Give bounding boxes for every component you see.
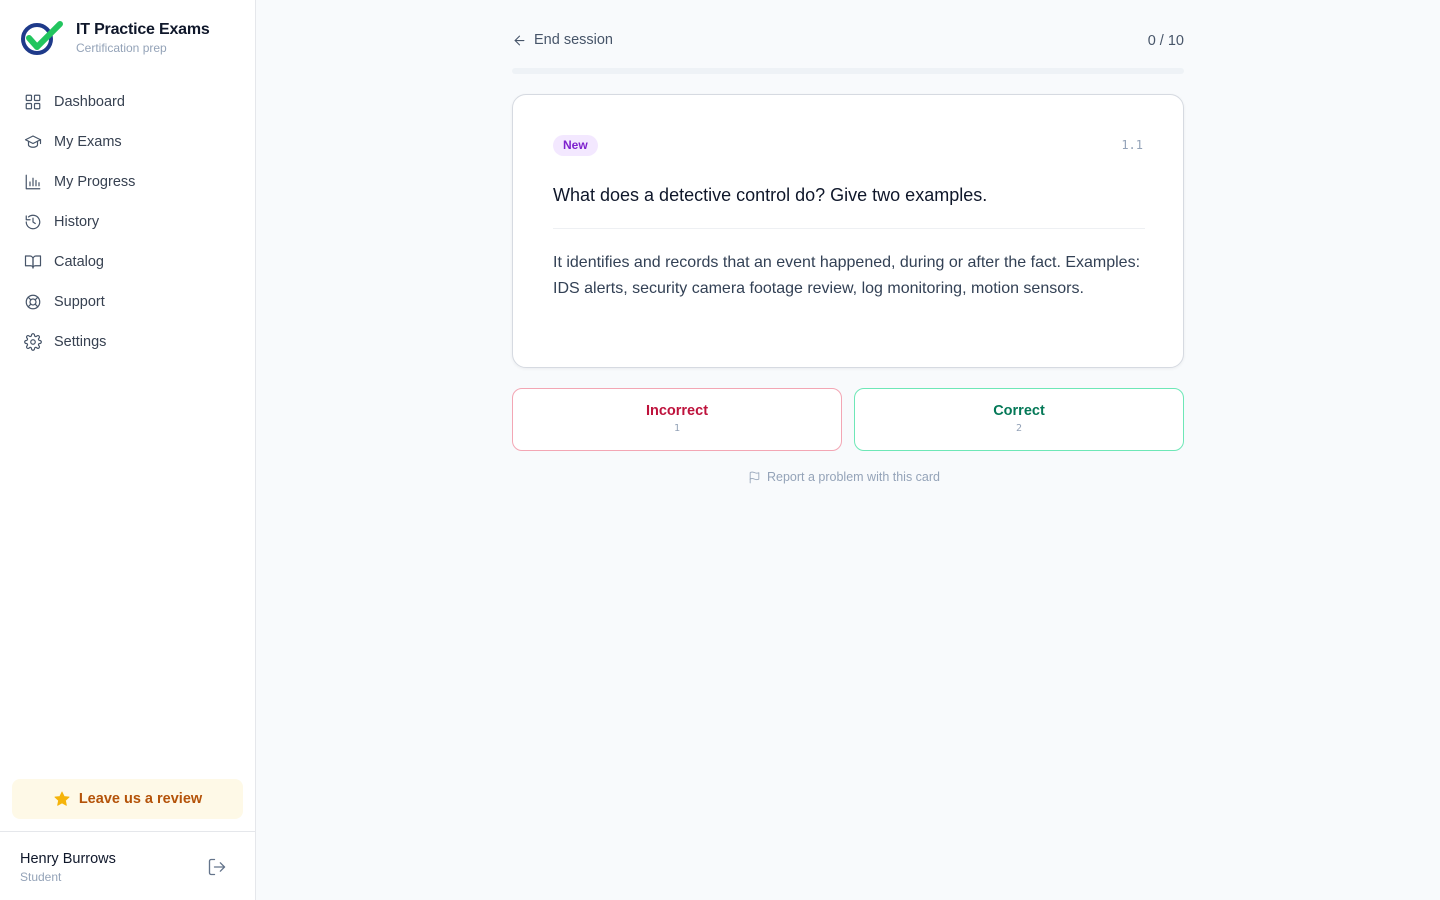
brand-text: IT Practice Exams Certification prep: [76, 20, 210, 56]
logout-icon: [208, 858, 226, 876]
status-badge: New: [553, 135, 598, 156]
incorrect-shortcut: 1: [673, 423, 681, 434]
sidebar-nav: Dashboard My Exams My Progress History C…: [12, 82, 244, 362]
life-buoy-icon: [25, 294, 41, 310]
book-open-icon: [24, 255, 42, 269]
sidebar-item-my-exams[interactable]: My Exams: [12, 122, 244, 162]
user-name: Henry Burrows: [20, 851, 116, 867]
report-problem-label: Report a problem with this card: [767, 470, 940, 484]
sidebar-item-my-progress[interactable]: My Progress: [12, 162, 244, 202]
bar-chart-icon: [25, 174, 41, 190]
card-answer: It identifies and records that an event …: [553, 254, 1141, 297]
sidebar: IT Practice Exams Certification prep Das…: [0, 0, 256, 900]
gear-icon: [24, 333, 42, 351]
arrow-left-icon: [514, 35, 525, 45]
logo-icon: [21, 21, 63, 55]
user-panel: Henry Burrows Student: [0, 831, 255, 900]
card-id: 1.1: [1121, 138, 1143, 152]
grid-icon: [25, 94, 41, 110]
brand-title: IT Practice Exams: [76, 21, 210, 38]
logout-button[interactable]: [207, 857, 227, 877]
flashcard: New 1.1 What does a detective control do…: [512, 94, 1184, 368]
correct-shortcut: 2: [1015, 423, 1023, 434]
flag-icon: [749, 471, 760, 483]
sidebar-item-label: Catalog: [54, 254, 104, 270]
sidebar-item-label: Support: [54, 294, 105, 310]
correct-button[interactable]: Correct 2: [854, 388, 1184, 451]
sidebar-item-dashboard[interactable]: Dashboard: [12, 82, 244, 122]
correct-label: Correct: [993, 403, 1045, 419]
sidebar-item-label: Settings: [54, 334, 107, 350]
session-progress-bar: [512, 68, 1184, 74]
sidebar-item-history[interactable]: History: [12, 202, 244, 242]
leave-review-label: Leave us a review: [78, 791, 203, 807]
sidebar-item-catalog[interactable]: Catalog: [12, 242, 244, 282]
card-question: What does a detective control do? Give t…: [553, 185, 988, 205]
brand[interactable]: IT Practice Exams Certification prep: [20, 20, 210, 56]
user-role: Student: [20, 870, 62, 884]
sidebar-item-support[interactable]: Support: [12, 282, 244, 322]
sidebar-item-settings[interactable]: Settings: [12, 322, 244, 362]
session-counter: 0 / 10: [1147, 33, 1184, 49]
end-session-button[interactable]: End session: [512, 32, 613, 48]
sidebar-item-label: History: [54, 214, 100, 230]
history-icon: [25, 214, 41, 230]
report-problem-link[interactable]: Report a problem with this card: [748, 470, 940, 484]
sidebar-item-label: My Progress: [54, 174, 136, 190]
incorrect-button[interactable]: Incorrect 1: [512, 388, 842, 451]
brand-subtitle: Certification prep: [76, 41, 167, 55]
card-divider: [553, 228, 1145, 229]
sidebar-item-label: Dashboard: [54, 94, 125, 110]
incorrect-label: Incorrect: [645, 403, 709, 419]
graduation-cap-icon: [24, 135, 42, 148]
leave-review-button[interactable]: Leave us a review: [12, 779, 243, 819]
session-topbar: End session 0 / 10: [512, 30, 1184, 54]
star-icon: [54, 791, 70, 806]
sidebar-item-label: My Exams: [54, 134, 122, 150]
end-session-label: End session: [534, 32, 613, 48]
